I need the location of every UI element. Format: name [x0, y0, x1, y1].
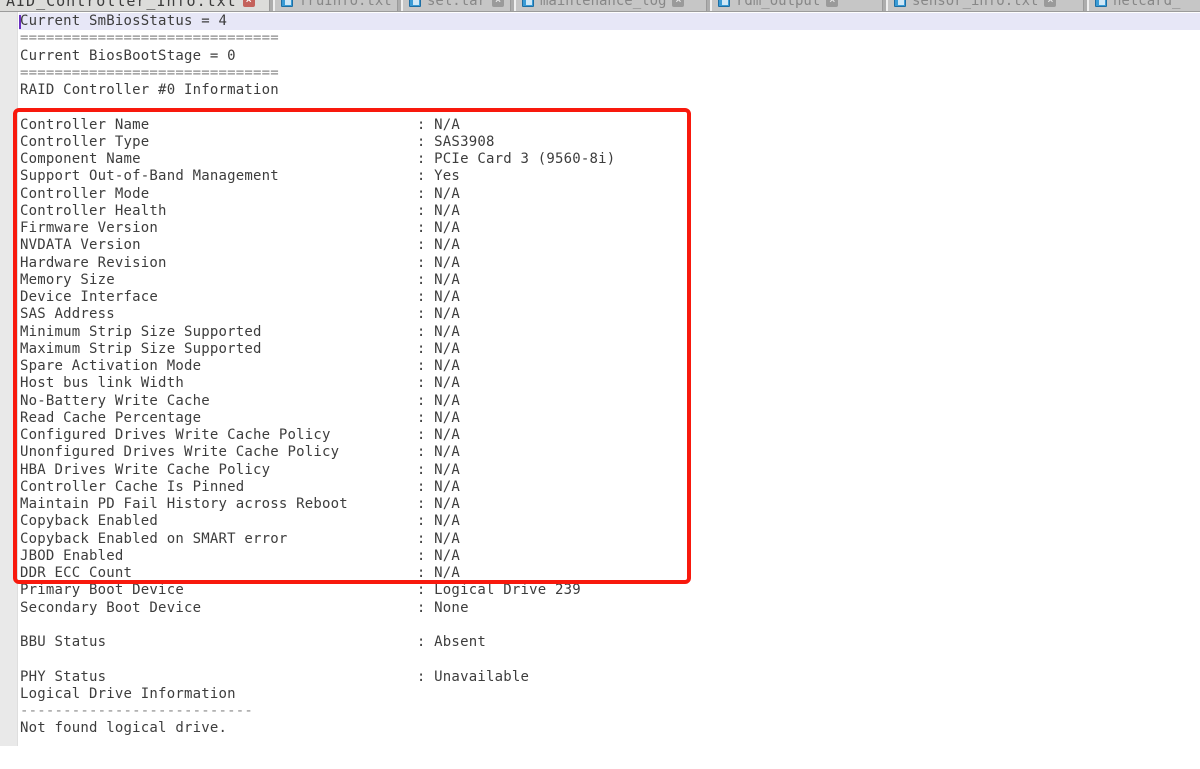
editor-line-kv[interactable]: BBU Status : Absent [20, 634, 1200, 651]
editor-line-kv[interactable]: Support Out-of-Band Management : Yes [20, 168, 1200, 185]
tab-label: rdm_output [736, 0, 820, 9]
editor-window: AID_Controller_Info.txt×fruInfo.txt×sel.… [0, 0, 1200, 769]
editor-line-kv[interactable]: Primary Boot Device : Logical Drive 239 [20, 582, 1200, 599]
editor-line-kv[interactable]: Memory Size : N/A [20, 272, 1200, 289]
editor-line[interactable] [20, 99, 1200, 116]
editor-line[interactable] [20, 617, 1200, 634]
editor-line-kv[interactable]: Configured Drives Write Cache Policy : N… [20, 427, 1200, 444]
tab-label: maintenance_log [540, 0, 666, 9]
editor-line-kv[interactable]: HBA Drives Write Cache Policy : N/A [20, 462, 1200, 479]
editor-line-kv[interactable]: Controller Type : SAS3908 [20, 134, 1200, 151]
saved-file-icon [718, 0, 730, 7]
editor-line-kv[interactable]: Controller Name : N/A [20, 117, 1200, 134]
editor-line-kv[interactable]: Component Name : PCIe Card 3 (9560-8i) [20, 151, 1200, 168]
close-tab-icon[interactable]: × [672, 0, 684, 7]
tab-bar: AID_Controller_Info.txt×fruInfo.txt×sel.… [0, 0, 1200, 12]
document-text: Current SmBiosStatus = 4================… [20, 13, 1200, 738]
editor-line-kv[interactable]: Firmware Version : N/A [20, 220, 1200, 237]
tab-label: sel.tar [427, 0, 486, 9]
saved-file-icon [409, 0, 421, 7]
editor-line-kv[interactable]: Secondary Boot Device : None [20, 600, 1200, 617]
editor-line-kv[interactable]: Minimum Strip Size Supported : N/A [20, 324, 1200, 341]
tab-netcard-[interactable]: netcard_ [1087, 0, 1200, 12]
editor-line[interactable]: Current BiosBootStage = 0 [20, 48, 1200, 65]
editor-line-kv[interactable]: Spare Activation Mode : N/A [20, 358, 1200, 375]
tab-rdm-output[interactable]: rdm_output × [710, 0, 883, 12]
editor-line[interactable]: ============================== [20, 30, 1200, 47]
tab-sel-tar[interactable]: sel.tar × [401, 0, 511, 12]
editor-line[interactable]: ============================== [20, 65, 1200, 82]
saved-file-icon [281, 0, 293, 7]
editor-line-kv[interactable]: Controller Cache Is Pinned : N/A [20, 479, 1200, 496]
close-tab-icon[interactable]: × [1044, 0, 1056, 7]
editor-line-kv[interactable]: Read Cache Percentage : N/A [20, 410, 1200, 427]
editor-line-kv[interactable]: Copyback Enabled on SMART error : N/A [20, 531, 1200, 548]
close-tab-icon[interactable]: × [826, 0, 838, 7]
editor-line-kv[interactable]: Unonfigured Drives Write Cache Policy : … [20, 444, 1200, 461]
editor-line[interactable]: Current SmBiosStatus = 4 [20, 13, 1200, 30]
tab-label: netcard_ [1113, 0, 1180, 9]
tab-fruinfo-txt[interactable]: fruInfo.txt× [273, 0, 398, 12]
editor-line-kv[interactable]: Maximum Strip Size Supported : N/A [20, 341, 1200, 358]
editor-line-kv[interactable]: JBOD Enabled : N/A [20, 548, 1200, 565]
editor-line-kv[interactable]: NVDATA Version : N/A [20, 237, 1200, 254]
tab-label: AID_Controller_Info.txt [6, 0, 237, 10]
editor-line-kv[interactable]: Copyback Enabled : N/A [20, 513, 1200, 530]
tab-sensor-info-txt[interactable]: sensor_info.txt × [886, 0, 1084, 12]
editor-line[interactable]: --------------------------- [20, 703, 1200, 720]
text-editor-area[interactable]: Current SmBiosStatus = 4================… [0, 12, 1200, 769]
editor-line-kv[interactable]: DDR ECC Count : N/A [20, 565, 1200, 582]
editor-line[interactable] [20, 651, 1200, 668]
text-caret [19, 15, 21, 29]
editor-line-kv[interactable]: PHY Status : Unavailable [20, 669, 1200, 686]
editor-line-kv[interactable]: Controller Mode : N/A [20, 186, 1200, 203]
tab-label: fruInfo.txt [299, 0, 392, 9]
editor-line[interactable]: Logical Drive Information [20, 686, 1200, 703]
editor-line-kv[interactable]: No-Battery Write Cache : N/A [20, 393, 1200, 410]
saved-file-icon [1095, 0, 1107, 7]
tab-label: sensor_info.txt [912, 0, 1038, 9]
close-tab-icon[interactable]: × [243, 0, 255, 7]
saved-file-icon [894, 0, 906, 7]
editor-line[interactable]: Not found logical drive. [20, 720, 1200, 737]
editor-line-kv[interactable]: Controller Health : N/A [20, 203, 1200, 220]
tab-maintenance-log[interactable]: maintenance_log × [514, 0, 707, 12]
bookmark-margin [0, 12, 18, 746]
tab-aid-controller-info-txt[interactable]: AID_Controller_Info.txt × [0, 0, 270, 12]
editor-line-kv[interactable]: Maintain PD Fail History across Reboot :… [20, 496, 1200, 513]
editor-line-kv[interactable]: Hardware Revision : N/A [20, 255, 1200, 272]
editor-line-kv[interactable]: Host bus link Width : N/A [20, 375, 1200, 392]
editor-line-kv[interactable]: Device Interface : N/A [20, 289, 1200, 306]
close-tab-icon[interactable]: × [492, 0, 504, 7]
editor-line[interactable]: RAID Controller #0 Information [20, 82, 1200, 99]
saved-file-icon [522, 0, 534, 7]
editor-line-kv[interactable]: SAS Address : N/A [20, 306, 1200, 323]
